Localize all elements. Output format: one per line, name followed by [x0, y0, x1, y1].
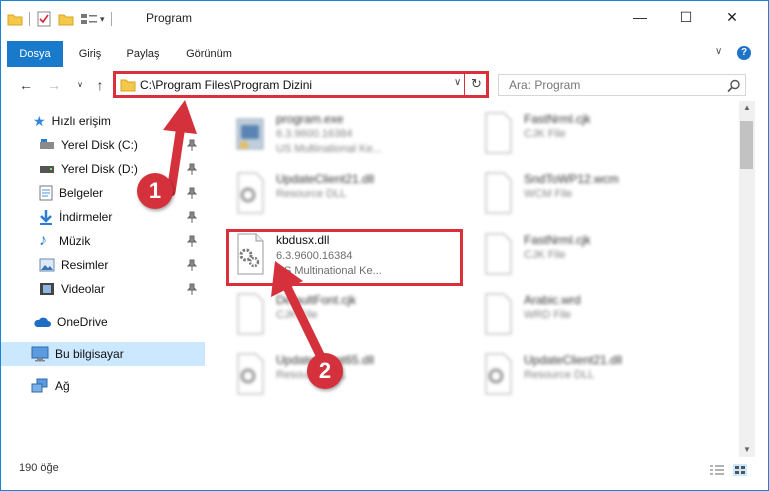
tab-view[interactable]: Görünüm	[177, 41, 241, 67]
generic-file-icon	[485, 233, 512, 275]
file-item[interactable]: SndToWP12.wcm WCM File	[477, 169, 727, 225]
file-item[interactable]: UpdateClient21.dll Resource DLL	[229, 169, 479, 225]
maximize-button[interactable]: ☐	[663, 1, 709, 33]
dll-file-icon	[485, 353, 512, 395]
file-item[interactable]: Arabic.wrd WRD File	[477, 290, 727, 346]
music-icon: ♪	[39, 232, 47, 249]
vertical-scrollbar[interactable]: ▲ ▼	[739, 101, 755, 457]
dll-file-icon	[237, 353, 264, 395]
address-bar[interactable]: C:\Program Files\Program Dizini ∨ ↻	[113, 71, 489, 98]
callout-arrow-2	[271, 261, 326, 362]
pin-icon[interactable]	[187, 283, 197, 295]
properties-icon[interactable]	[36, 11, 52, 27]
drive-icon	[40, 139, 54, 149]
pictures-icon	[39, 258, 55, 272]
scroll-up-icon[interactable]: ▲	[739, 101, 755, 115]
nav-item-pictures[interactable]: Resimler	[1, 253, 205, 277]
details-view-icon[interactable]	[709, 464, 725, 476]
pin-icon[interactable]	[187, 211, 197, 223]
cloud-icon	[34, 317, 51, 327]
videos-icon	[40, 283, 54, 295]
refresh-icon[interactable]: ↻	[471, 76, 482, 92]
forward-arrow-icon[interactable]: →	[45, 75, 63, 95]
file-item[interactable]: program.exe 6.3.9600.16384 US Multinatio…	[229, 109, 479, 165]
file-item[interactable]: FastNrml.cjk CJK File	[477, 230, 727, 286]
customize-toolbar-icon[interactable]: ▾	[100, 14, 105, 25]
star-icon: ★	[33, 112, 46, 129]
large-icons-view-icon[interactable]	[733, 464, 747, 476]
new-folder-icon[interactable]	[58, 11, 74, 27]
exe-file-icon	[236, 118, 264, 150]
address-path[interactable]: C:\Program Files\Program Dizini	[140, 78, 312, 92]
expand-ribbon-icon[interactable]: ∨	[715, 46, 722, 57]
close-button[interactable]: ✕	[709, 1, 755, 33]
back-arrow-icon[interactable]: ←	[17, 75, 35, 95]
generic-file-icon	[485, 293, 512, 335]
quick-access-toolbar: ▾	[7, 10, 118, 28]
callout-badge-1: 1	[137, 173, 173, 209]
generic-file-icon	[237, 293, 264, 335]
tab-share[interactable]: Paylaş	[119, 41, 167, 67]
minimize-button[interactable]: —	[617, 1, 663, 33]
tab-file[interactable]: Dosya	[7, 41, 63, 67]
dll-file-icon	[237, 172, 264, 214]
generic-file-icon	[485, 112, 512, 154]
search-input[interactable]: Ara: Program	[509, 78, 580, 92]
folder-icon[interactable]	[7, 11, 23, 27]
ribbon-tabs: Dosya Giriş Paylaş Görünüm ∨ ?	[1, 41, 768, 67]
nav-item-network[interactable]: Ağ	[1, 374, 205, 398]
search-box[interactable]: Ara: Program	[498, 74, 746, 96]
help-icon[interactable]: ?	[737, 46, 751, 60]
item-count: 190 öğe	[19, 462, 59, 474]
explorer-window: ▾ Program — ☐ ✕ Dosya Giriş Paylaş Görün…	[0, 0, 769, 491]
nav-item-this-pc[interactable]: Bu bilgisayar	[1, 342, 205, 366]
window-title: Program	[146, 11, 193, 25]
search-icon	[727, 79, 740, 93]
file-item[interactable]: UpdateClient21.dll Resource DLL	[477, 350, 727, 406]
tab-home[interactable]: Giriş	[69, 41, 111, 67]
documents-icon	[39, 185, 53, 201]
title-bar: ▾ Program — ☐ ✕	[1, 1, 768, 35]
scroll-down-icon[interactable]: ▼	[739, 443, 755, 457]
folder-icon	[120, 79, 136, 92]
up-arrow-icon[interactable]: ↑	[91, 75, 109, 95]
nav-item-music[interactable]: ♪ Müzik	[1, 229, 205, 253]
nav-item-videos[interactable]: Videolar	[1, 277, 205, 301]
generic-file-icon	[485, 172, 512, 214]
pin-icon[interactable]	[187, 235, 197, 247]
recent-locations-icon[interactable]: ∨	[71, 75, 89, 95]
download-icon	[40, 210, 52, 225]
pin-icon[interactable]	[187, 259, 197, 271]
callout-badge-2: 2	[307, 353, 343, 389]
drive-icon	[40, 166, 54, 173]
status-bar: 190 öğe	[1, 459, 768, 481]
nav-item-downloads[interactable]: İndirmeler	[1, 205, 205, 229]
address-dropdown-icon[interactable]: ∨	[454, 77, 461, 88]
nav-item-onedrive[interactable]: OneDrive	[1, 310, 205, 334]
view-options-icon[interactable]	[80, 11, 98, 27]
scrollbar-thumb[interactable]	[740, 121, 753, 169]
computer-icon	[31, 346, 49, 362]
network-icon	[31, 378, 48, 393]
file-item[interactable]: FastNrml.cjk CJK File	[477, 109, 727, 165]
